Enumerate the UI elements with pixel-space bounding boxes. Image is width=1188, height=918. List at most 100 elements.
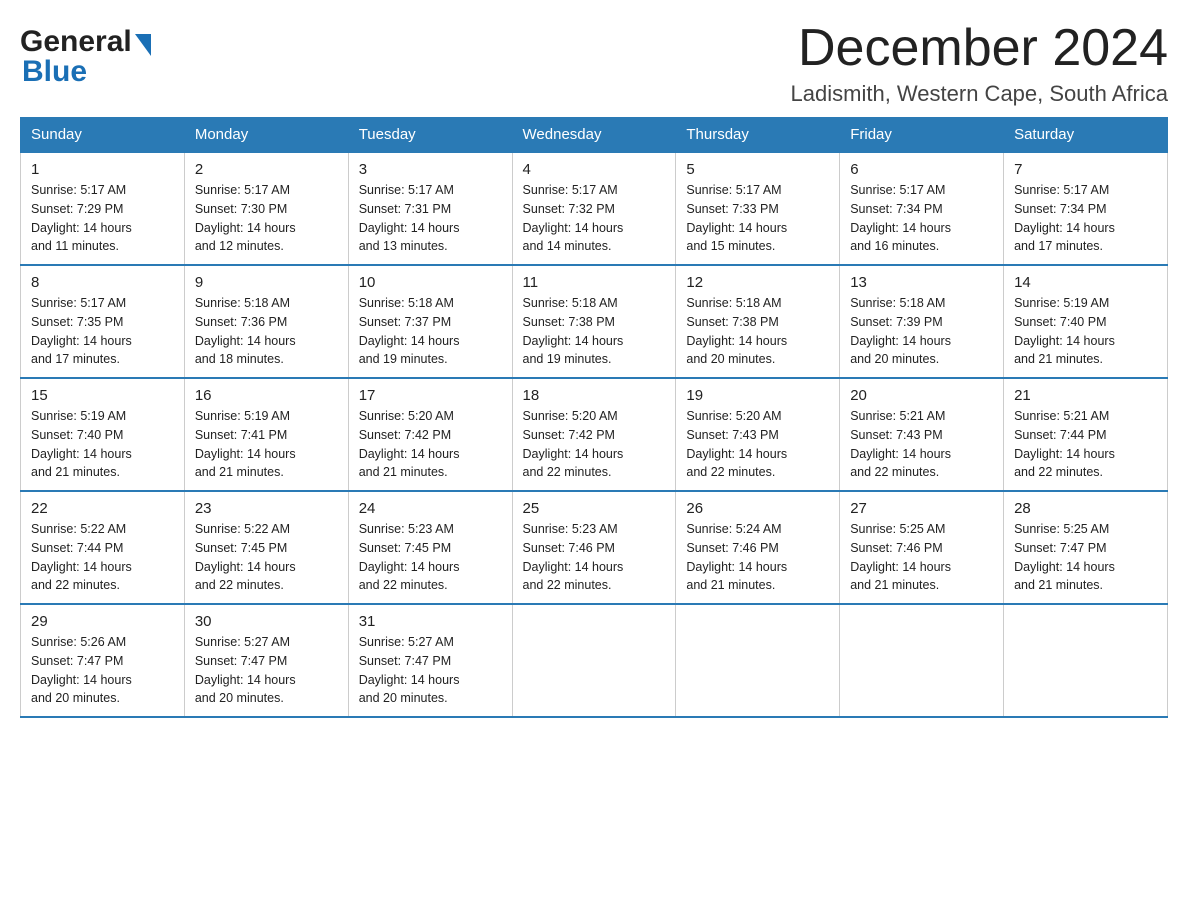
day-info: Sunrise: 5:21 AMSunset: 7:43 PMDaylight:…: [850, 409, 951, 479]
day-number: 20: [850, 387, 993, 404]
calendar-cell: 26 Sunrise: 5:24 AMSunset: 7:46 PMDaylig…: [676, 491, 840, 604]
day-info: Sunrise: 5:25 AMSunset: 7:47 PMDaylight:…: [1014, 522, 1115, 592]
day-number: 23: [195, 500, 338, 517]
calendar-week-5: 29 Sunrise: 5:26 AMSunset: 7:47 PMDaylig…: [21, 604, 1168, 717]
day-info: Sunrise: 5:17 AMSunset: 7:30 PMDaylight:…: [195, 183, 296, 253]
day-info: Sunrise: 5:18 AMSunset: 7:37 PMDaylight:…: [359, 296, 460, 366]
day-number: 18: [523, 387, 666, 404]
day-number: 4: [523, 161, 666, 178]
day-number: 14: [1014, 274, 1157, 291]
calendar-cell: 10 Sunrise: 5:18 AMSunset: 7:37 PMDaylig…: [348, 265, 512, 378]
day-info: Sunrise: 5:17 AMSunset: 7:34 PMDaylight:…: [1014, 183, 1115, 253]
calendar-cell: 30 Sunrise: 5:27 AMSunset: 7:47 PMDaylig…: [184, 604, 348, 717]
day-info: Sunrise: 5:27 AMSunset: 7:47 PMDaylight:…: [195, 635, 296, 705]
day-info: Sunrise: 5:17 AMSunset: 7:34 PMDaylight:…: [850, 183, 951, 253]
day-info: Sunrise: 5:18 AMSunset: 7:38 PMDaylight:…: [686, 296, 787, 366]
day-info: Sunrise: 5:17 AMSunset: 7:29 PMDaylight:…: [31, 183, 132, 253]
calendar-cell: 24 Sunrise: 5:23 AMSunset: 7:45 PMDaylig…: [348, 491, 512, 604]
calendar-cell: 23 Sunrise: 5:22 AMSunset: 7:45 PMDaylig…: [184, 491, 348, 604]
day-info: Sunrise: 5:20 AMSunset: 7:42 PMDaylight:…: [359, 409, 460, 479]
calendar-cell: [676, 604, 840, 717]
calendar-cell: 11 Sunrise: 5:18 AMSunset: 7:38 PMDaylig…: [512, 265, 676, 378]
logo: General Blue: [20, 20, 151, 89]
day-info: Sunrise: 5:22 AMSunset: 7:44 PMDaylight:…: [31, 522, 132, 592]
header-thursday: Thursday: [676, 118, 840, 153]
day-number: 19: [686, 387, 829, 404]
day-number: 30: [195, 613, 338, 630]
day-number: 17: [359, 387, 502, 404]
day-number: 27: [850, 500, 993, 517]
calendar-cell: 15 Sunrise: 5:19 AMSunset: 7:40 PMDaylig…: [21, 378, 185, 491]
calendar-cell: 16 Sunrise: 5:19 AMSunset: 7:41 PMDaylig…: [184, 378, 348, 491]
calendar-cell: 5 Sunrise: 5:17 AMSunset: 7:33 PMDayligh…: [676, 152, 840, 265]
day-number: 26: [686, 500, 829, 517]
calendar-cell: 28 Sunrise: 5:25 AMSunset: 7:47 PMDaylig…: [1004, 491, 1168, 604]
calendar-cell: 22 Sunrise: 5:22 AMSunset: 7:44 PMDaylig…: [21, 491, 185, 604]
day-info: Sunrise: 5:17 AMSunset: 7:35 PMDaylight:…: [31, 296, 132, 366]
day-info: Sunrise: 5:18 AMSunset: 7:38 PMDaylight:…: [523, 296, 624, 366]
calendar-cell: 2 Sunrise: 5:17 AMSunset: 7:30 PMDayligh…: [184, 152, 348, 265]
calendar-cell: 14 Sunrise: 5:19 AMSunset: 7:40 PMDaylig…: [1004, 265, 1168, 378]
calendar-cell: 27 Sunrise: 5:25 AMSunset: 7:46 PMDaylig…: [840, 491, 1004, 604]
day-info: Sunrise: 5:21 AMSunset: 7:44 PMDaylight:…: [1014, 409, 1115, 479]
day-info: Sunrise: 5:19 AMSunset: 7:40 PMDaylight:…: [1014, 296, 1115, 366]
day-number: 10: [359, 274, 502, 291]
day-info: Sunrise: 5:19 AMSunset: 7:41 PMDaylight:…: [195, 409, 296, 479]
day-number: 21: [1014, 387, 1157, 404]
calendar-cell: 21 Sunrise: 5:21 AMSunset: 7:44 PMDaylig…: [1004, 378, 1168, 491]
calendar-cell: 18 Sunrise: 5:20 AMSunset: 7:42 PMDaylig…: [512, 378, 676, 491]
header-tuesday: Tuesday: [348, 118, 512, 153]
calendar-cell: 19 Sunrise: 5:20 AMSunset: 7:43 PMDaylig…: [676, 378, 840, 491]
day-number: 29: [31, 613, 174, 630]
day-number: 28: [1014, 500, 1157, 517]
calendar-week-1: 1 Sunrise: 5:17 AMSunset: 7:29 PMDayligh…: [21, 152, 1168, 265]
day-info: Sunrise: 5:17 AMSunset: 7:33 PMDaylight:…: [686, 183, 787, 253]
day-number: 9: [195, 274, 338, 291]
day-number: 15: [31, 387, 174, 404]
day-number: 25: [523, 500, 666, 517]
day-info: Sunrise: 5:20 AMSunset: 7:43 PMDaylight:…: [686, 409, 787, 479]
weekday-header-row: Sunday Monday Tuesday Wednesday Thursday…: [21, 118, 1168, 153]
calendar-cell: 6 Sunrise: 5:17 AMSunset: 7:34 PMDayligh…: [840, 152, 1004, 265]
calendar-cell: 9 Sunrise: 5:18 AMSunset: 7:36 PMDayligh…: [184, 265, 348, 378]
day-number: 16: [195, 387, 338, 404]
day-info: Sunrise: 5:18 AMSunset: 7:36 PMDaylight:…: [195, 296, 296, 366]
title-block: December 2024 Ladismith, Western Cape, S…: [791, 20, 1168, 107]
day-number: 31: [359, 613, 502, 630]
day-info: Sunrise: 5:17 AMSunset: 7:31 PMDaylight:…: [359, 183, 460, 253]
header-monday: Monday: [184, 118, 348, 153]
calendar-cell: [512, 604, 676, 717]
calendar-cell: 1 Sunrise: 5:17 AMSunset: 7:29 PMDayligh…: [21, 152, 185, 265]
day-number: 1: [31, 161, 174, 178]
calendar-cell: 4 Sunrise: 5:17 AMSunset: 7:32 PMDayligh…: [512, 152, 676, 265]
calendar-cell: 13 Sunrise: 5:18 AMSunset: 7:39 PMDaylig…: [840, 265, 1004, 378]
day-number: 6: [850, 161, 993, 178]
day-number: 13: [850, 274, 993, 291]
calendar-cell: [1004, 604, 1168, 717]
logo-general-text: General: [20, 25, 132, 59]
calendar-cell: 7 Sunrise: 5:17 AMSunset: 7:34 PMDayligh…: [1004, 152, 1168, 265]
location-title: Ladismith, Western Cape, South Africa: [791, 81, 1168, 107]
day-info: Sunrise: 5:24 AMSunset: 7:46 PMDaylight:…: [686, 522, 787, 592]
day-number: 11: [523, 274, 666, 291]
calendar-cell: 20 Sunrise: 5:21 AMSunset: 7:43 PMDaylig…: [840, 378, 1004, 491]
header-wednesday: Wednesday: [512, 118, 676, 153]
day-number: 7: [1014, 161, 1157, 178]
day-info: Sunrise: 5:20 AMSunset: 7:42 PMDaylight:…: [523, 409, 624, 479]
calendar-cell: 25 Sunrise: 5:23 AMSunset: 7:46 PMDaylig…: [512, 491, 676, 604]
day-info: Sunrise: 5:23 AMSunset: 7:46 PMDaylight:…: [523, 522, 624, 592]
day-number: 5: [686, 161, 829, 178]
header-friday: Friday: [840, 118, 1004, 153]
calendar-week-2: 8 Sunrise: 5:17 AMSunset: 7:35 PMDayligh…: [21, 265, 1168, 378]
calendar-cell: 12 Sunrise: 5:18 AMSunset: 7:38 PMDaylig…: [676, 265, 840, 378]
calendar-cell: 3 Sunrise: 5:17 AMSunset: 7:31 PMDayligh…: [348, 152, 512, 265]
calendar-week-4: 22 Sunrise: 5:22 AMSunset: 7:44 PMDaylig…: [21, 491, 1168, 604]
month-title: December 2024: [791, 20, 1168, 77]
day-number: 22: [31, 500, 174, 517]
day-info: Sunrise: 5:23 AMSunset: 7:45 PMDaylight:…: [359, 522, 460, 592]
header-saturday: Saturday: [1004, 118, 1168, 153]
calendar-cell: 17 Sunrise: 5:20 AMSunset: 7:42 PMDaylig…: [348, 378, 512, 491]
day-info: Sunrise: 5:18 AMSunset: 7:39 PMDaylight:…: [850, 296, 951, 366]
day-info: Sunrise: 5:17 AMSunset: 7:32 PMDaylight:…: [523, 183, 624, 253]
day-info: Sunrise: 5:19 AMSunset: 7:40 PMDaylight:…: [31, 409, 132, 479]
